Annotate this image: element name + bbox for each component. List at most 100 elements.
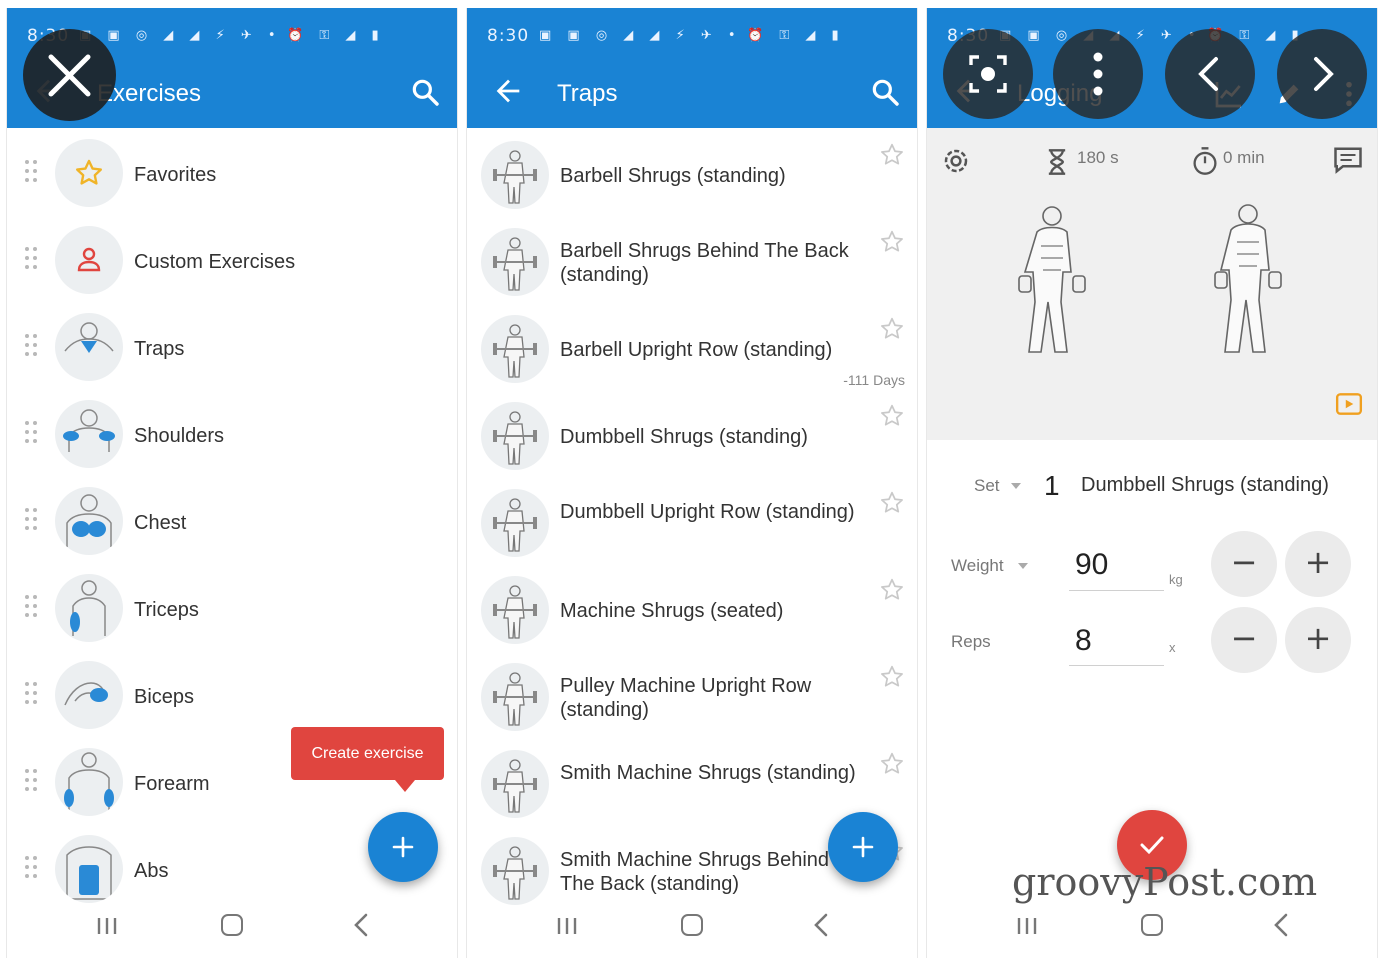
exercise-name: Dumbbell Shrugs (standing)	[560, 426, 808, 448]
category-label: Favorites	[134, 164, 217, 186]
close-overlay-button[interactable]	[23, 29, 116, 121]
category-label: Shoulders	[134, 425, 225, 447]
drag-handle-icon[interactable]	[25, 334, 39, 356]
home-icon[interactable]	[1141, 914, 1163, 936]
comment-icon[interactable]	[1333, 146, 1363, 174]
home-icon[interactable]	[221, 914, 243, 936]
system-nav-bar	[467, 898, 917, 958]
home-icon[interactable]	[681, 914, 703, 936]
video-icon[interactable]	[1335, 392, 1363, 416]
back-arrow-icon[interactable]	[491, 74, 525, 108]
set-label[interactable]: Set	[974, 476, 1000, 496]
exercise-row[interactable]: Barbell Upright Row (standing) -111 Days	[467, 304, 917, 391]
favorite-star-icon[interactable]	[879, 751, 905, 777]
hourglass-icon	[1048, 149, 1066, 175]
exercise-row[interactable]: Barbell Shrugs Behind The Back (standing…	[467, 217, 917, 304]
category-row-custom[interactable]: Custom Exercises	[7, 217, 457, 304]
search-icon[interactable]	[409, 76, 441, 108]
favorite-star-icon[interactable]	[879, 142, 905, 168]
more-vert-icon	[1093, 52, 1103, 96]
more-overlay-button[interactable]	[1053, 29, 1143, 119]
category-row-triceps[interactable]: Triceps	[7, 565, 457, 652]
reps-input[interactable]: 8	[1075, 624, 1092, 658]
minus-icon: −	[1230, 543, 1258, 581]
weight-input[interactable]: 90	[1075, 548, 1108, 582]
category-label: Triceps	[134, 599, 199, 621]
dropdown-arrow-icon[interactable]	[1018, 562, 1028, 570]
plus-icon: +	[1304, 543, 1332, 581]
reps-underline	[1069, 665, 1164, 666]
exercise-row[interactable]: Pulley Machine Upright Row (standing)	[467, 652, 917, 739]
search-icon[interactable]	[869, 76, 901, 108]
lens-overlay-button[interactable]	[943, 29, 1033, 119]
nav-back-icon[interactable]	[351, 912, 371, 938]
dropdown-arrow-icon[interactable]	[1011, 482, 1021, 490]
system-nav-bar	[7, 898, 457, 958]
exercise-row[interactable]: Dumbbell Upright Row (standing)	[467, 478, 917, 565]
weight-decrement-button[interactable]: −	[1211, 531, 1277, 597]
drag-handle-icon[interactable]	[25, 595, 39, 617]
category-label: Biceps	[134, 686, 195, 708]
weight-increment-button[interactable]: +	[1285, 531, 1351, 597]
shoulders-muscle-icon	[55, 400, 123, 468]
next-overlay-button[interactable]	[1277, 29, 1367, 119]
recent-apps-icon[interactable]	[555, 916, 579, 936]
nav-back-icon[interactable]	[1271, 912, 1291, 938]
category-row-biceps[interactable]: Biceps	[7, 652, 457, 739]
category-row-chest[interactable]: Chest	[7, 478, 457, 565]
status-right-icons: ⏰ ⚿ ◢ ▮	[747, 28, 845, 43]
drag-handle-icon[interactable]	[25, 856, 39, 878]
workout-timer: 0 min	[1223, 148, 1265, 167]
app-bar: 8:30 ▣ ▣ ◎ ◢ ◢ ⚡ ✈ • ⏰ ⚿ ◢ ▮ Traps	[467, 8, 917, 128]
stopwatch-icon[interactable]	[1191, 146, 1219, 176]
reps-decrement-button[interactable]: −	[1211, 607, 1277, 673]
category-label: Custom Exercises	[134, 251, 296, 273]
scan-icon	[969, 55, 1007, 93]
favorite-star-icon[interactable]	[879, 664, 905, 690]
drag-handle-icon[interactable]	[25, 421, 39, 443]
triceps-muscle-icon	[55, 574, 123, 642]
exercise-name: Dumbbell Upright Row (standing)	[560, 501, 855, 523]
plus-icon	[852, 836, 874, 858]
nav-back-icon[interactable]	[811, 912, 831, 938]
category-label: Forearm	[134, 773, 210, 795]
exercise-thumbnail	[481, 837, 549, 905]
recent-apps-icon[interactable]	[1015, 916, 1039, 936]
exercise-thumbnail	[481, 750, 549, 818]
exercise-thumbnail	[481, 315, 549, 383]
category-row-favorites[interactable]: Favorites	[7, 130, 457, 217]
exercise-row[interactable]: Dumbbell Shrugs (standing)	[467, 391, 917, 478]
forearm-muscle-icon	[55, 748, 123, 816]
favorite-star-icon[interactable]	[879, 577, 905, 603]
exercise-figure-start	[1018, 206, 1086, 353]
category-row-traps[interactable]: Traps	[7, 304, 457, 391]
add-exercise-button[interactable]	[368, 812, 438, 882]
set-number: 1	[1044, 470, 1060, 501]
previous-overlay-button[interactable]	[1165, 29, 1255, 119]
weight-underline	[1069, 590, 1164, 591]
settings-icon[interactable]	[941, 146, 971, 176]
abs-muscle-icon	[55, 835, 123, 903]
drag-handle-icon[interactable]	[25, 682, 39, 704]
favorite-star-icon[interactable]	[879, 229, 905, 255]
favorite-star-icon[interactable]	[879, 490, 905, 516]
drag-handle-icon[interactable]	[25, 160, 39, 182]
exercise-row[interactable]: Machine Shrugs (seated)	[467, 565, 917, 652]
exercise-thumbnail	[481, 228, 549, 296]
weight-label[interactable]: Weight	[951, 556, 1004, 576]
drag-handle-icon[interactable]	[25, 769, 39, 791]
drag-handle-icon[interactable]	[25, 508, 39, 530]
favorite-star-icon[interactable]	[879, 403, 905, 429]
recent-apps-icon[interactable]	[95, 916, 119, 936]
reps-increment-button[interactable]: +	[1285, 607, 1351, 673]
user-icon	[55, 226, 123, 294]
drag-handle-icon[interactable]	[25, 247, 39, 269]
logging-screen: 8:30 ▣ ▣ ◎ ◢ ◢ ⚡ ✈ • ⏰ ⚿ ◢ ▮ Logging 180…	[926, 8, 1378, 958]
reps-label: Reps	[951, 632, 991, 651]
exercise-row[interactable]: Smith Machine Shrugs (standing)	[467, 739, 917, 826]
add-exercise-button[interactable]	[828, 812, 898, 882]
exercise-row[interactable]: Barbell Shrugs (standing)	[467, 130, 917, 217]
plus-icon	[392, 836, 414, 858]
category-row-shoulders[interactable]: Shoulders	[7, 391, 457, 478]
favorite-star-icon[interactable]	[879, 316, 905, 342]
